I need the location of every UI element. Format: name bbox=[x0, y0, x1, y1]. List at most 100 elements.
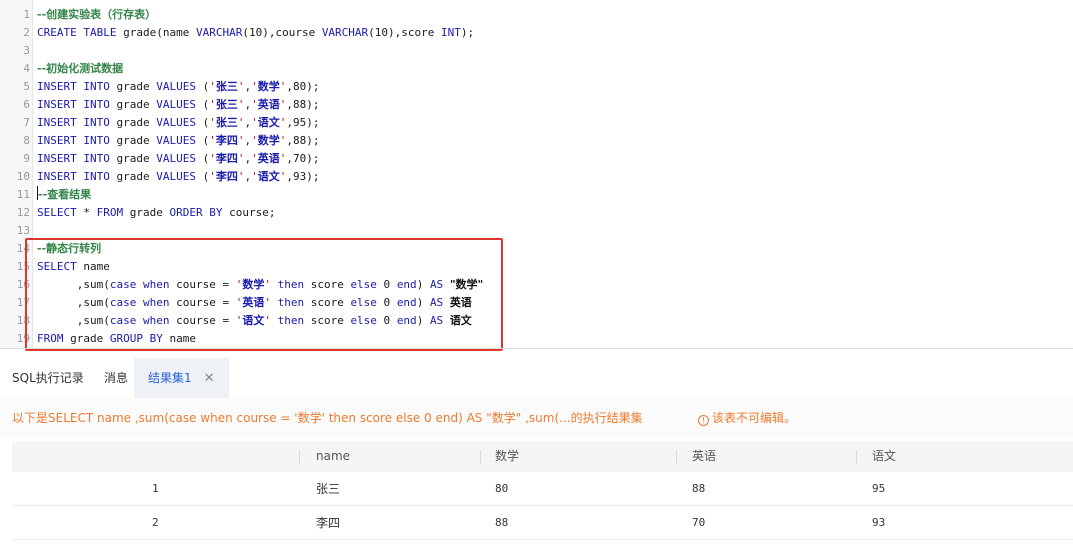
sql-string: 李四 bbox=[215, 134, 238, 147]
line-number: 4 bbox=[23, 62, 30, 75]
sql-comment: --查看结果 bbox=[38, 188, 92, 201]
code-line: 14 --静态行转列 bbox=[0, 240, 1073, 258]
sql-string: 数学 bbox=[257, 80, 280, 93]
code-line: 18 ,sum(case when course = '语文' then sco… bbox=[0, 312, 1073, 330]
table-cell[interactable]: 张三 bbox=[316, 472, 340, 506]
line-number: 9 bbox=[23, 152, 30, 165]
tab-messages[interactable]: 消息 bbox=[104, 358, 128, 398]
sql-number: 88 bbox=[292, 134, 307, 147]
line-number: 13 bbox=[16, 224, 30, 237]
sql-keyword: VARCHAR bbox=[321, 26, 369, 39]
sql-string: 英语 bbox=[242, 296, 265, 309]
sql-string: 张三 bbox=[215, 98, 238, 111]
close-icon[interactable]: ✕ bbox=[204, 371, 215, 386]
code-line: 10 INSERT INTO grade VALUES ('李四','语文',9… bbox=[0, 168, 1073, 186]
sql-keyword: INSERT INTO bbox=[37, 170, 110, 183]
table-row[interactable]: 2 李四 88 70 93 bbox=[12, 506, 1073, 540]
table-cell[interactable]: 88 bbox=[692, 472, 705, 506]
column-divider[interactable] bbox=[480, 450, 481, 464]
sql-keyword: INT bbox=[441, 26, 461, 39]
code-line: 9 INSERT INTO grade VALUES ('李四','英语',70… bbox=[0, 150, 1073, 168]
line-number: 19 bbox=[16, 332, 30, 345]
table-cell[interactable]: 70 bbox=[692, 506, 705, 540]
sql-keyword: VALUES bbox=[156, 152, 196, 165]
sql-keyword: INSERT INTO bbox=[37, 152, 110, 165]
sql-keyword: SELECT bbox=[37, 206, 77, 219]
line-number: 1 bbox=[23, 8, 30, 21]
column-header[interactable]: 英语 bbox=[692, 441, 716, 472]
sql-string: 英语 bbox=[257, 152, 280, 165]
sql-text: grade bbox=[123, 206, 170, 219]
sql-string: 张三 bbox=[215, 80, 238, 93]
code-line: 5 INSERT INTO grade VALUES ('张三','数学',80… bbox=[0, 78, 1073, 96]
sql-keyword: SELECT bbox=[37, 260, 77, 273]
line-number: 18 bbox=[16, 314, 30, 327]
line-number: 6 bbox=[23, 98, 30, 111]
line-number: 12 bbox=[16, 206, 30, 219]
result-table: name 数学 英语 语文 1 张三 80 88 95 2 李四 88 70 9… bbox=[12, 441, 1073, 540]
row-number: 1 bbox=[152, 482, 159, 495]
result-tabs: SQL执行记录 消息 结果集1 ✕ bbox=[0, 358, 1073, 398]
code-line: 4 --初始化测试数据 bbox=[0, 60, 1073, 78]
sql-text: grade bbox=[109, 134, 157, 147]
panel-divider[interactable] bbox=[0, 348, 1073, 349]
sql-keyword: VALUES bbox=[156, 134, 196, 147]
sql-string: 李四 bbox=[215, 152, 238, 165]
sql-keyword: VALUES bbox=[156, 80, 196, 93]
table-cell[interactable]: 80 bbox=[495, 472, 508, 506]
sql-number: 80 bbox=[292, 80, 307, 93]
sql-string: 李四 bbox=[215, 170, 238, 183]
tab-label: 结果集1 bbox=[148, 371, 192, 385]
table-cell[interactable]: 93 bbox=[872, 506, 885, 540]
sql-number: 95 bbox=[292, 116, 307, 129]
sql-text: grade bbox=[109, 170, 157, 183]
sql-alias: 英语 bbox=[449, 296, 472, 309]
line-number: 5 bbox=[23, 80, 30, 93]
column-header[interactable]: 数学 bbox=[495, 441, 519, 472]
table-cell[interactable]: 88 bbox=[495, 506, 508, 540]
code-line: 3 bbox=[0, 42, 1073, 60]
sql-keyword: INSERT INTO bbox=[37, 98, 110, 111]
sql-keyword: VARCHAR bbox=[195, 26, 243, 39]
tab-result-set-1[interactable]: 结果集1 ✕ bbox=[134, 358, 229, 398]
sql-keyword: FROM bbox=[37, 332, 64, 345]
sql-keyword: INSERT INTO bbox=[37, 80, 110, 93]
sql-text: ,course bbox=[268, 26, 322, 39]
result-notice-bar: 以下是SELECT name ,sum(case when course = '… bbox=[0, 398, 1073, 438]
tab-sql-history[interactable]: SQL执行记录 bbox=[12, 358, 84, 398]
sql-text: ); bbox=[460, 26, 475, 39]
table-cell[interactable]: 李四 bbox=[316, 506, 340, 540]
sql-string: 语文 bbox=[257, 170, 280, 183]
sql-text: grade(name bbox=[116, 26, 196, 39]
sql-keyword: INSERT INTO bbox=[37, 134, 110, 147]
sql-text: grade bbox=[63, 332, 110, 345]
column-header[interactable]: 语文 bbox=[872, 441, 896, 472]
line-number: 8 bbox=[23, 134, 30, 147]
code-line: 8 INSERT INTO grade VALUES ('李四','数学',88… bbox=[0, 132, 1073, 150]
sql-string: 数学 bbox=[257, 134, 280, 147]
sql-number: 88 bbox=[292, 98, 307, 111]
readonly-warning: ! 该表不可编辑。 bbox=[698, 398, 796, 438]
sql-text: (10) bbox=[368, 26, 395, 39]
sql-editor[interactable]: 1 --创建实验表（行存表） 2 CREATE TABLE grade(name… bbox=[0, 0, 1073, 351]
sql-comment: --创建实验表（行存表） bbox=[37, 8, 157, 21]
code-line: 17 ,sum(case when course = '英语' then sco… bbox=[0, 294, 1073, 312]
sql-string: 张三 bbox=[215, 116, 238, 129]
code-line: 19 FROM grade GROUP BY name bbox=[0, 330, 1073, 348]
sql-keyword: CREATE TABLE bbox=[37, 26, 117, 39]
line-number: 2 bbox=[23, 26, 30, 39]
line-number: 17 bbox=[16, 296, 30, 309]
column-header[interactable]: name bbox=[316, 441, 350, 472]
table-row[interactable]: 1 张三 80 88 95 bbox=[12, 472, 1073, 506]
sql-text: grade bbox=[109, 80, 157, 93]
column-divider[interactable] bbox=[299, 450, 300, 464]
column-divider[interactable] bbox=[856, 450, 857, 464]
code-line: 16 ,sum(case when course = '数学' then sco… bbox=[0, 276, 1073, 294]
readonly-text: 该表不可编辑。 bbox=[712, 411, 797, 425]
sql-text: name bbox=[162, 332, 196, 345]
column-divider[interactable] bbox=[676, 450, 677, 464]
table-cell[interactable]: 95 bbox=[872, 472, 885, 506]
line-number: 3 bbox=[23, 44, 30, 57]
sql-number: 93 bbox=[292, 170, 307, 183]
code-line: 15 SELECT name bbox=[0, 258, 1073, 276]
